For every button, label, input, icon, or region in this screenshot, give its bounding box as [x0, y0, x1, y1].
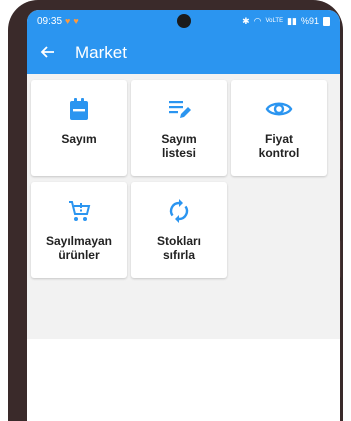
sync-icon: [168, 198, 190, 224]
clipboard-icon: [69, 96, 89, 122]
signal-icon: ▮▮: [287, 15, 297, 26]
status-bar: 09:35 ♥ ♥ ✱ ◠ VoLTE ▮▮ %91: [27, 10, 340, 32]
tile-stoklari-sifirla[interactable]: Stokları sıfırla: [131, 182, 227, 278]
app-bar: Market: [27, 32, 340, 74]
battery-icon: [323, 16, 330, 26]
tile-sayim[interactable]: Sayım: [31, 80, 127, 176]
bluetooth-icon: ✱: [242, 15, 250, 26]
tile-label: Sayım: [61, 132, 97, 146]
tile-label: Sayım listesi: [161, 132, 197, 160]
cart-icon: [67, 198, 91, 224]
tile-label: Sayılmayan ürünler: [45, 234, 113, 262]
front-camera: [176, 14, 191, 28]
tile-label: Stokları sıfırla: [156, 234, 201, 262]
heart-icon: ♥: [73, 16, 79, 26]
tile-sayilmayan-urunler[interactable]: Sayılmayan ürünler: [31, 182, 127, 278]
heart-icon: ♥: [65, 16, 71, 26]
tile-label: Fiyat kontrol: [258, 132, 300, 160]
list-edit-icon: [167, 96, 191, 122]
volte-indicator: VoLTE: [265, 18, 284, 24]
menu-content: Sayım Sayım listesi Fiyat kontrol Sayılm…: [27, 74, 340, 339]
empty-area: [27, 339, 340, 421]
tile-sayim-listesi[interactable]: Sayım listesi: [131, 80, 227, 176]
phone-frame: 09:35 ♥ ♥ ✱ ◠ VoLTE ▮▮ %91 Market Sayım …: [8, 0, 343, 421]
menu-grid: Sayım Sayım listesi Fiyat kontrol Sayılm…: [31, 80, 336, 278]
tile-fiyat-kontrol[interactable]: Fiyat kontrol: [231, 80, 327, 176]
wifi-icon: ◠: [253, 15, 262, 26]
screen: 09:35 ♥ ♥ ✱ ◠ VoLTE ▮▮ %91 Market Sayım …: [27, 10, 340, 421]
page-title: Market: [75, 43, 127, 62]
battery-percent: %91: [300, 16, 319, 26]
eye-icon: [265, 96, 293, 122]
status-time: 09:35: [37, 15, 63, 27]
back-arrow-icon[interactable]: [39, 44, 63, 63]
